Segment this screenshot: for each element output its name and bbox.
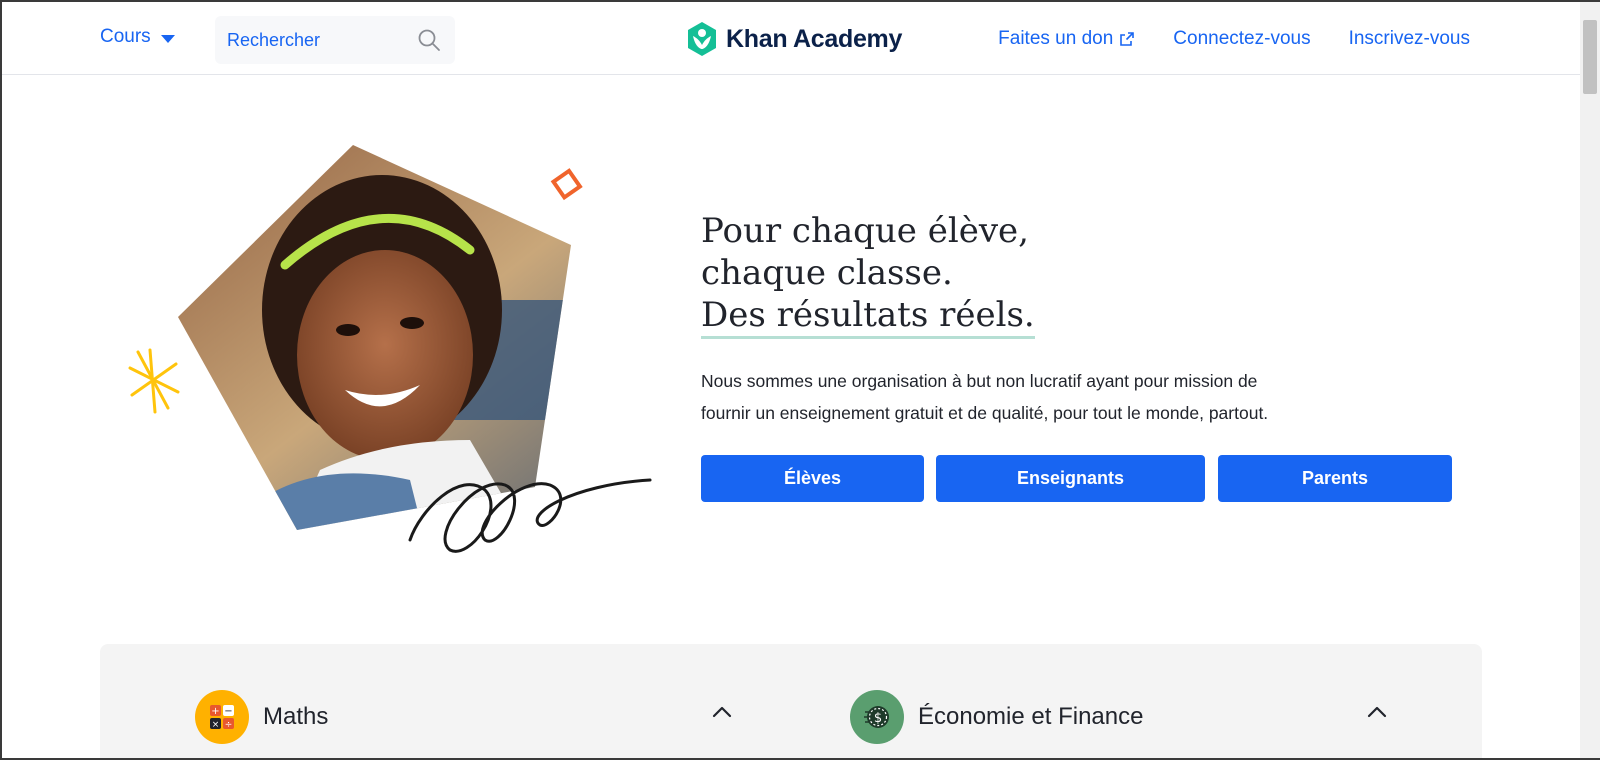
students-button[interactable]: Élèves — [701, 455, 924, 502]
courses-label: Cours — [100, 26, 151, 47]
search-input[interactable] — [227, 29, 407, 51]
subject-title-maths: Maths — [263, 703, 329, 730]
subject-maths[interactable]: + − × ÷ Maths — [195, 690, 328, 744]
search-icon[interactable] — [417, 28, 441, 52]
coin-icon: $ — [850, 690, 904, 744]
headline-line-3: Des résultats réels. — [701, 294, 1035, 339]
signup-link[interactable]: Inscrivez-vous — [1349, 28, 1470, 50]
search-box[interactable] — [215, 16, 455, 64]
subject-title-economics: Économie et Finance — [918, 703, 1144, 730]
asterisk-decoration — [128, 348, 180, 414]
account-navigation: Faites un don Connectez-vous Inscrivez-v… — [998, 28, 1470, 50]
calculator-icon: + − × ÷ — [195, 690, 249, 744]
caret-down-icon — [160, 34, 175, 43]
scrollbar-thumb[interactable] — [1583, 20, 1597, 94]
parents-button[interactable]: Parents — [1218, 455, 1452, 502]
svg-text:÷: ÷ — [225, 720, 233, 730]
donate-link[interactable]: Faites un don — [998, 28, 1135, 50]
teachers-button[interactable]: Enseignants — [936, 455, 1205, 502]
mission-statement: Nous sommes une organisation à but non l… — [701, 365, 1341, 429]
khan-logo-icon — [688, 22, 716, 56]
svg-text:$: $ — [874, 711, 882, 726]
headline-line-1: Pour chaque élève, — [701, 211, 1029, 251]
top-navigation-bar: Cours Khan Academy Faites un don Connect… — [2, 2, 1580, 75]
login-link[interactable]: Connectez-vous — [1173, 28, 1310, 50]
subjects-panel: + − × ÷ Maths $ Économie et Finance — [100, 644, 1482, 760]
subject-economics[interactable]: $ Économie et Finance — [850, 690, 1143, 744]
svg-text:−: − — [224, 706, 232, 717]
svg-text:+: + — [211, 706, 219, 717]
window-frame-left — [0, 0, 2, 760]
mission-line-2: fournir un enseignement gratuit et de qu… — [701, 403, 1269, 423]
mission-line-1: Nous sommes une organisation à but non l… — [701, 371, 1258, 391]
courses-dropdown[interactable]: Cours — [100, 26, 175, 48]
hero-illustration — [128, 145, 652, 553]
diamond-decoration — [550, 168, 583, 201]
chevron-up-icon[interactable] — [1365, 700, 1389, 724]
student-photo — [178, 145, 571, 530]
svg-text:×: × — [212, 720, 220, 730]
logo-text: Khan Academy — [726, 24, 903, 53]
khan-academy-logo[interactable]: Khan Academy — [686, 21, 902, 57]
external-link-icon — [1120, 32, 1135, 46]
headline-line-2: chaque classe. — [701, 253, 953, 293]
vertical-scrollbar[interactable] — [1580, 2, 1600, 758]
donate-label: Faites un don — [998, 28, 1114, 49]
chevron-up-icon[interactable] — [710, 700, 734, 724]
hero-headline: Pour chaque élève, chaque classe. Des ré… — [701, 210, 1035, 339]
